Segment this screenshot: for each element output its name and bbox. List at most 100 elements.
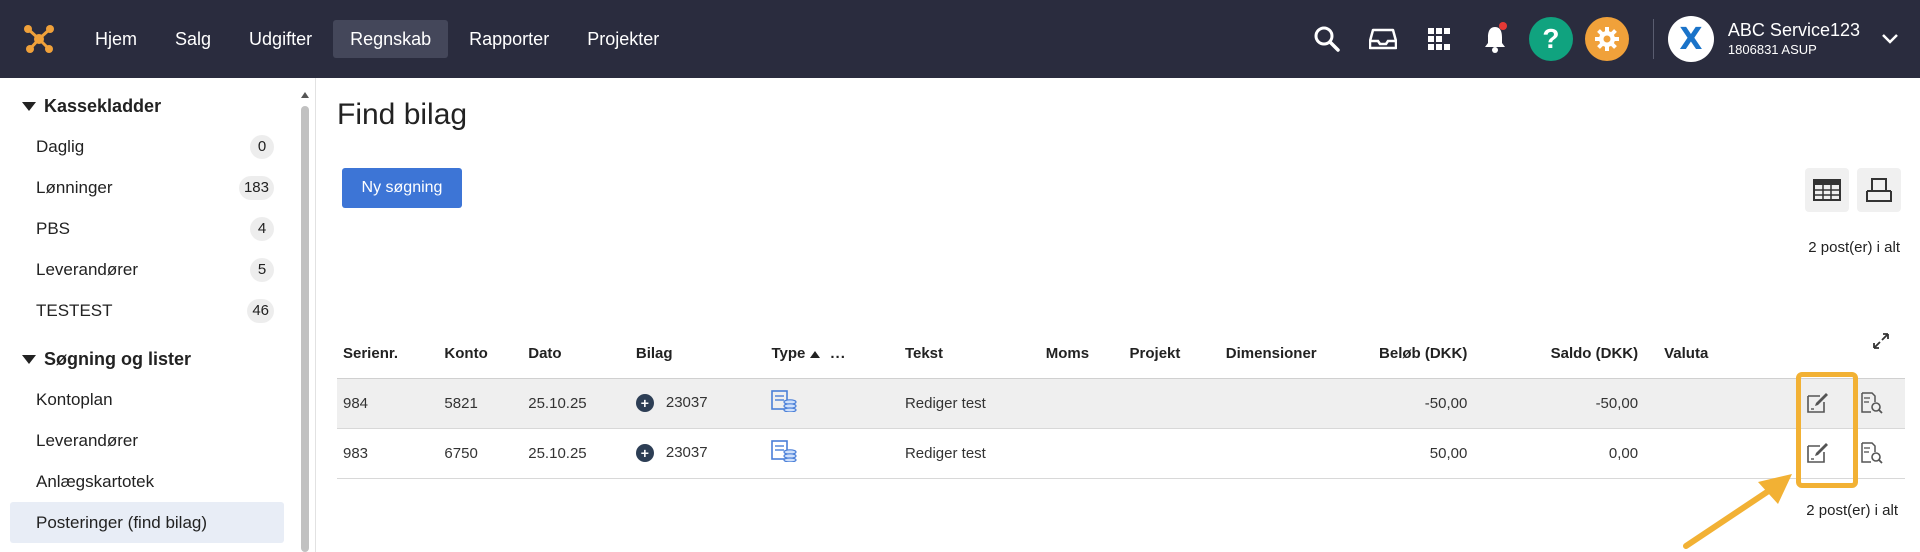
annotation-arrow-icon [1683,474,1792,549]
column-options-button[interactable]: ... [830,345,846,362]
col-header-konto[interactable]: Konto [438,330,523,379]
nav-item-udgifter[interactable]: Udgifter [232,20,329,58]
nav-item-projekter[interactable]: Projekter [570,20,676,58]
sidebar: Kassekladder Daglig 0 Lønninger 183 PBS … [0,78,316,552]
table-row[interactable]: 983 6750 25.10.25 +23037 Rediger test 50… [337,428,1905,479]
cell-projekt [1123,428,1220,479]
cell-view [1851,378,1905,429]
col-header-projekt[interactable]: Projekt [1123,330,1220,379]
document-search-icon [1861,392,1883,414]
chevron-down-icon [1882,34,1898,44]
company-avatar-letter: X [1679,21,1703,57]
sidebar-item-testest[interactable]: TESTEST 46 [10,290,284,331]
cell-dimensioner [1219,378,1355,429]
bilag-number[interactable]: 23037 [666,394,708,411]
inbox-icon [1368,28,1397,50]
col-header-valuta[interactable]: Valuta [1644,330,1798,379]
table-row[interactable]: 984 5821 25.10.25 +23037 Rediger test -5… [337,378,1905,429]
sidebar-scrollbar[interactable] [300,92,310,552]
count-badge: 183 [238,175,274,200]
help-button[interactable]: ? [1523,0,1579,78]
cell-konto: 5821 [438,378,523,429]
sidebar-item-kontoplan[interactable]: Kontoplan [10,379,284,420]
sidebar-item-leverandorer[interactable]: Leverandører [10,420,284,461]
logo-icon [24,25,54,53]
col-header-saldo[interactable]: Saldo (DKK) [1473,330,1645,379]
search-button[interactable] [1299,0,1355,78]
scroll-up-arrow-icon[interactable] [301,92,309,98]
apps-grid-icon [1427,28,1450,50]
record-count-top: 2 post(er) i alt [1808,239,1900,256]
nav-item-regnskab[interactable]: Regnskab [333,20,449,58]
col-header-type[interactable]: Type... [765,330,899,379]
cell-type [765,378,899,429]
postings-table: Serienr. Konto Dato Bilag Type... Tekst … [337,330,1905,479]
new-search-button[interactable]: Ny søgning [342,168,462,208]
cell-belob: -50,00 [1354,378,1474,429]
table-icon [1813,179,1841,201]
cell-moms [1039,428,1124,479]
top-navigation-bar: Hjem Salg Udgifter Regnskab Rapporter Pr… [0,0,1920,78]
cell-bilag: +23037 [629,428,766,479]
count-badge: 0 [250,134,274,159]
apps-button[interactable] [1411,0,1467,78]
cell-belob: 50,00 [1354,428,1474,479]
bilag-number[interactable]: 23037 [666,444,708,461]
collapse-triangle-icon [22,354,36,364]
notifications-button[interactable] [1467,0,1523,78]
cell-projekt [1123,378,1220,429]
sidebar-item-label: Leverandører [36,430,139,450]
sidebar-section-sogning[interactable]: Søgning og lister [0,339,315,379]
company-info[interactable]: ABC Service123 1806831 ASUP [1728,19,1860,59]
cell-type [765,428,899,479]
expand-plus-icon[interactable]: + [635,394,654,413]
topbar-divider [1652,19,1654,59]
cell-saldo: 0,00 [1473,428,1645,479]
company-avatar[interactable]: X [1667,16,1714,62]
count-badge: 4 [250,216,274,241]
cell-bilag: +23037 [629,378,766,429]
company-id: 1806831 ASUP [1727,42,1817,57]
col-header-type-label: Type [771,345,806,363]
journal-type-icon [771,440,798,463]
top-right-tools: ? X ABC Service123 1806831 ASUP [1299,0,1920,78]
sidebar-item-label: PBS [36,218,71,238]
col-header-dimensioner[interactable]: Dimensioner [1219,330,1355,379]
cell-saldo: -50,00 [1473,378,1645,429]
sidebar-section-kassekladder[interactable]: Kassekladder [0,86,315,126]
inbox-button[interactable] [1355,0,1411,78]
view-posting-button[interactable] [1857,438,1887,468]
sidebar-item-leverandorer-kladde[interactable]: Leverandører 5 [10,249,284,290]
sidebar-item-anlaegskartotek[interactable]: Anlægskartotek [10,461,284,502]
cell-dato: 25.10.25 [522,378,630,429]
col-header-bilag[interactable]: Bilag [629,330,766,379]
print-button[interactable] [1857,168,1901,212]
col-header-dato[interactable]: Dato [522,330,630,379]
sidebar-item-label: Lønninger [36,177,113,197]
col-header-belob[interactable]: Beløb (DKK) [1354,330,1474,379]
cell-tekst: Rediger test [898,378,1040,429]
sort-ascending-icon [810,350,821,358]
sidebar-item-daglig[interactable]: Daglig 0 [10,126,284,167]
nav-item-hjem[interactable]: Hjem [78,20,154,58]
view-posting-button[interactable] [1857,388,1887,418]
table-view-button[interactable] [1805,168,1849,212]
gear-icon [1584,17,1629,61]
col-header-tekst[interactable]: Tekst [898,330,1040,379]
nav-item-salg[interactable]: Salg [158,20,228,58]
record-count-bottom: 2 post(er) i alt [1806,502,1898,519]
scrollbar-thumb[interactable] [301,106,309,552]
sidebar-item-lonninger[interactable]: Lønninger 183 [10,167,284,208]
settings-button[interactable] [1579,0,1635,78]
expand-plus-icon[interactable]: + [635,444,654,463]
journal-type-icon [771,390,798,413]
nav-item-rapporter[interactable]: Rapporter [452,20,566,58]
sidebar-item-posteringer[interactable]: Posteringer (find bilag) [10,502,284,543]
col-header-serienr[interactable]: Serienr. [337,330,439,379]
sidebar-item-pbs[interactable]: PBS 4 [10,208,284,249]
company-menu-toggle[interactable] [1860,0,1920,78]
col-header-moms[interactable]: Moms [1039,330,1124,379]
app-logo[interactable] [0,0,78,78]
notification-badge [1498,22,1507,30]
sidebar-section-title: Søgning og lister [44,348,191,369]
